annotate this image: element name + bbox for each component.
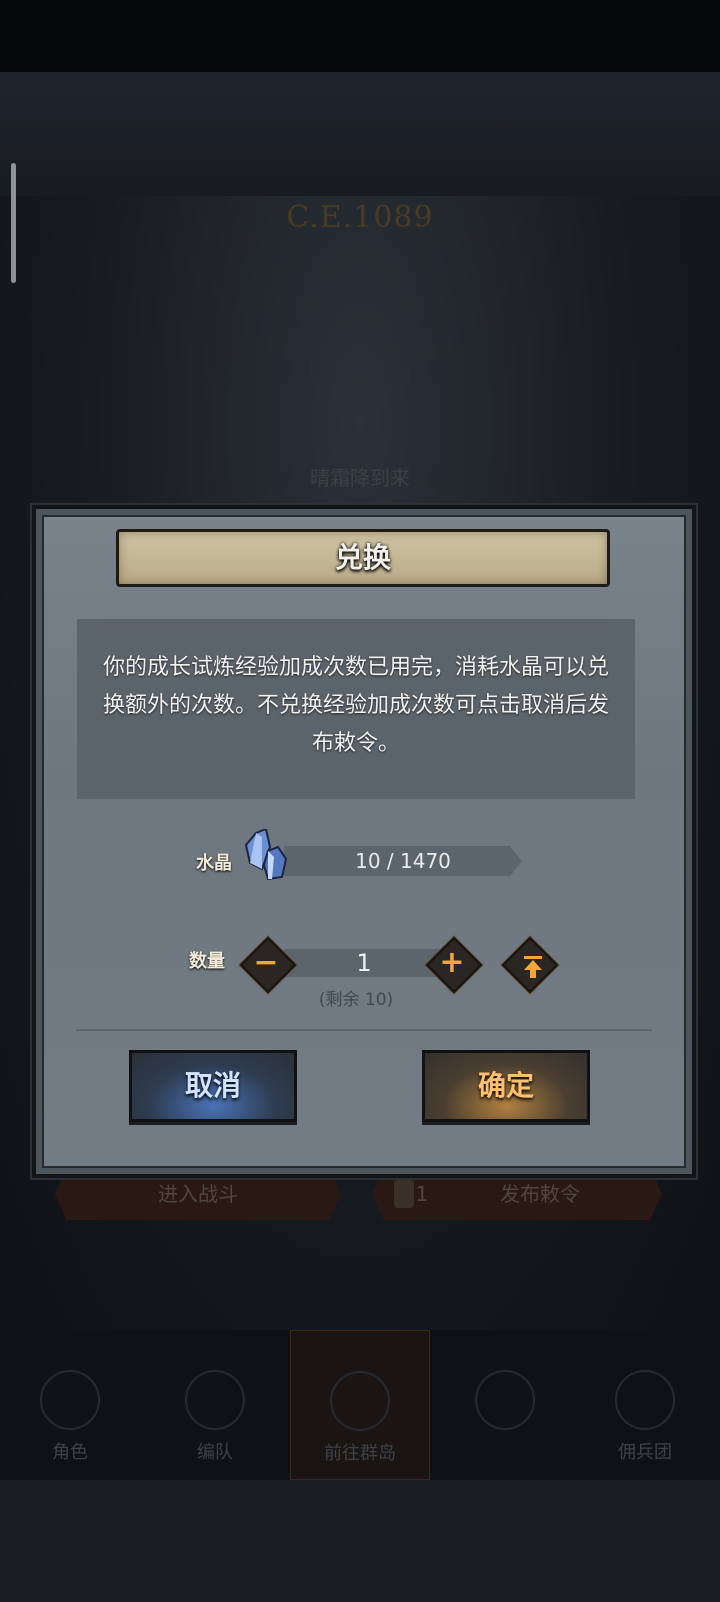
crystal-value: 10 / 1470 <box>355 849 451 873</box>
remaining-count: (剩余 10) <box>318 990 394 1010</box>
exchange-dialog: 兑换 你的成长试炼经验加成次数已用完，消耗水晶可以兑换额外的次数。不兑换经验加成… <box>32 505 696 1178</box>
crystal-icon <box>244 829 288 881</box>
top-status-area <box>0 0 720 72</box>
dialog-title: 兑换 <box>334 541 391 574</box>
bottom-system-bar <box>0 1480 720 1602</box>
header-area <box>0 72 720 196</box>
cancel-label: 取消 <box>184 1069 241 1102</box>
nav-item-mercenary[interactable]: 佣兵团 <box>585 1370 705 1464</box>
nav-label: 角色 <box>52 1442 88 1463</box>
nav-label: 编队 <box>197 1442 233 1463</box>
background-label: 晴霜降到来 <box>310 466 410 490</box>
scroll-icon <box>394 1180 414 1208</box>
confirm-button[interactable]: 确定 <box>422 1050 590 1122</box>
quantity-label: 数量 <box>189 951 225 972</box>
nav-item-formation[interactable]: 编队 <box>155 1370 275 1464</box>
nav-label: 佣兵团 <box>618 1442 672 1463</box>
message-box: 你的成长试炼经验加成次数已用完，消耗水晶可以兑换额外的次数。不兑换经验加成次数可… <box>77 619 635 799</box>
confirm-label: 确定 <box>477 1069 534 1102</box>
minus-icon: − <box>253 945 279 980</box>
cancel-button[interactable]: 取消 <box>129 1050 297 1122</box>
quantity-value: 1 <box>356 949 372 977</box>
crystal-label: 水晶 <box>196 853 232 874</box>
mercenary-icon <box>615 1370 675 1430</box>
max-arrow-icon <box>524 956 542 978</box>
message-text: 你的成长试炼经验加成次数已用完，消耗水晶可以兑换额外的次数。不兑换经验加成次数可… <box>102 655 609 756</box>
bottom-nav: 角色 编队 前往群岛 佣兵团 <box>0 1330 720 1480</box>
nav-icon <box>475 1370 535 1430</box>
character-icon <box>40 1370 100 1430</box>
plus-icon: + <box>439 945 465 980</box>
dialog-title-bar: 兑换 <box>116 529 610 587</box>
divider <box>76 1029 652 1031</box>
nav-item-character[interactable]: 角色 <box>10 1370 130 1464</box>
compass-icon <box>330 1371 390 1431</box>
nav-item-islands[interactable]: 前往群岛 <box>290 1330 430 1480</box>
nav-item-4[interactable] <box>445 1370 565 1438</box>
era-text: C.E.1089 <box>286 200 434 235</box>
nav-label: 前往群岛 <box>324 1443 396 1464</box>
formation-icon <box>185 1370 245 1430</box>
